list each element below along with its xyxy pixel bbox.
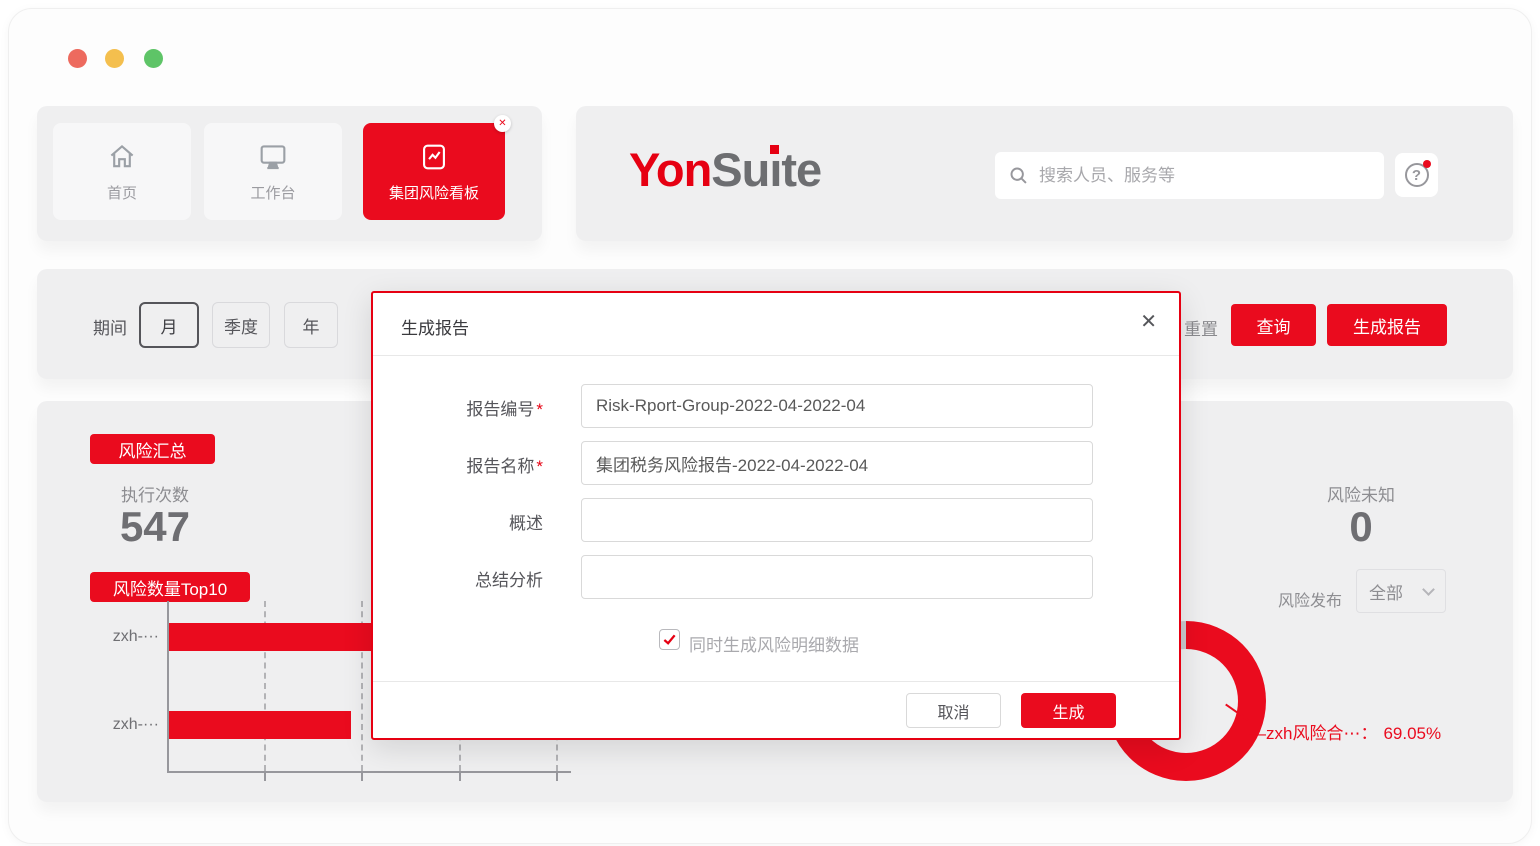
monitor-icon xyxy=(256,140,290,174)
search-input[interactable] xyxy=(1039,166,1371,186)
tab-workbench[interactable]: 工作台 xyxy=(204,123,342,220)
checkmark-icon xyxy=(662,632,677,647)
period-quarter-button[interactable]: 季度 xyxy=(212,302,270,348)
tab-label: 集团风险看板 xyxy=(389,182,479,203)
header-panel: YonSuıte ? xyxy=(576,106,1513,241)
risk-summary-badge: 风险汇总 xyxy=(90,434,215,464)
app-window: 首页 工作台 集团风险看板 ✕ YonSuıte ? 期间 月 季度 年 重置 … xyxy=(8,8,1532,844)
chevron-down-icon xyxy=(1422,583,1435,596)
home-icon xyxy=(105,140,139,174)
report-name-input[interactable] xyxy=(581,441,1093,485)
dashboard-icon xyxy=(417,140,451,174)
bar-label-1: zxh-··· xyxy=(73,628,159,646)
summary-analysis-input[interactable] xyxy=(581,555,1093,599)
global-search xyxy=(995,152,1384,199)
dialog-title: 生成报告 xyxy=(401,314,469,339)
period-year-button[interactable]: 年 xyxy=(284,302,338,348)
report-no-input[interactable] xyxy=(581,384,1093,428)
exec-count-value: 547 xyxy=(85,503,225,551)
notification-dot xyxy=(1423,160,1431,168)
divider xyxy=(373,681,1179,682)
yonsuite-logo: YonSuıte xyxy=(629,142,821,197)
detail-data-checkbox-label: 同时生成风险明细数据 xyxy=(689,631,859,656)
tab-label: 工作台 xyxy=(250,182,295,203)
dialog-close-icon[interactable]: ✕ xyxy=(1140,309,1157,334)
query-button[interactable]: 查询 xyxy=(1231,304,1316,346)
tab-label: 首页 xyxy=(107,182,137,203)
help-button[interactable]: ? xyxy=(1395,153,1438,197)
submit-generate-button[interactable]: 生成 xyxy=(1021,693,1116,728)
window-maximize-icon[interactable] xyxy=(144,49,163,68)
cancel-button[interactable]: 取消 xyxy=(906,693,1001,728)
tab-close-icon[interactable]: ✕ xyxy=(494,115,511,132)
risk-publish-label: 风险发布 xyxy=(1278,587,1342,611)
overview-input[interactable] xyxy=(581,498,1093,542)
nav-tabs-panel: 首页 工作台 集团风险看板 ✕ xyxy=(37,106,542,241)
summary-analysis-label: 总结分析 xyxy=(373,566,543,591)
search-icon xyxy=(1008,165,1029,186)
tab-home[interactable]: 首页 xyxy=(53,123,191,220)
window-minimize-icon[interactable] xyxy=(105,49,124,68)
risk-publish-select[interactable]: 全部 xyxy=(1356,569,1446,613)
tab-risk-dashboard[interactable]: 集团风险看板 ✕ xyxy=(363,123,505,220)
overview-label: 概述 xyxy=(373,509,543,534)
bar-label-2: zxh-··· xyxy=(73,716,159,734)
period-month-button[interactable]: 月 xyxy=(139,302,199,348)
bar-row-2 xyxy=(169,711,351,739)
detail-data-checkbox[interactable] xyxy=(659,629,680,650)
report-no-label: 报告编号* xyxy=(373,395,543,420)
generate-report-button[interactable]: 生成报告 xyxy=(1327,304,1447,346)
report-name-label: 报告名称* xyxy=(373,452,543,477)
axis-tick xyxy=(556,773,558,781)
axis-tick xyxy=(361,773,363,781)
donut-label: —zxh风险合⋯：69.05% xyxy=(1249,719,1441,744)
select-value: 全部 xyxy=(1369,579,1403,604)
axis-tick xyxy=(264,773,266,781)
window-close-icon[interactable] xyxy=(68,49,87,68)
risk-unknown-value: 0 xyxy=(1291,503,1431,551)
period-label: 期间 xyxy=(93,314,127,339)
generate-report-dialog: 生成报告 ✕ 报告编号* 报告名称* 概述 总结分析 同时生成风险明细数据 取消… xyxy=(371,291,1181,740)
risk-top10-badge: 风险数量Top10 xyxy=(90,572,250,602)
axis-tick xyxy=(459,773,461,781)
reset-button[interactable]: 重置 xyxy=(1184,315,1218,340)
divider xyxy=(373,355,1179,356)
bar-chart-x-axis xyxy=(167,771,571,773)
